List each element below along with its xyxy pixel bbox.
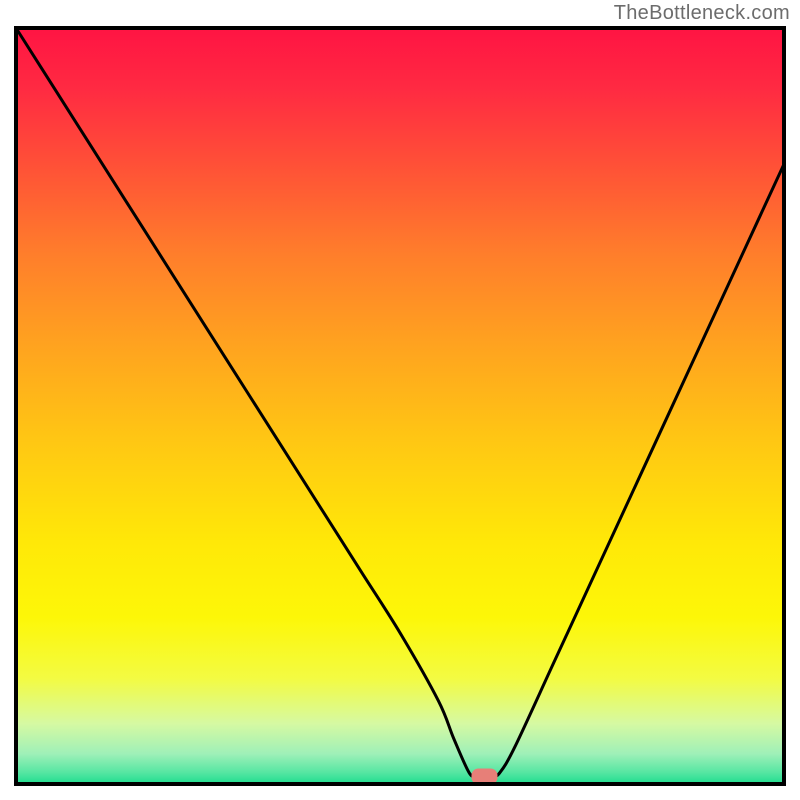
plot-background — [16, 28, 784, 784]
watermark-text: TheBottleneck.com — [614, 2, 790, 25]
chart-container: TheBottleneck.com — [0, 0, 800, 800]
bottleneck-chart — [0, 0, 800, 800]
